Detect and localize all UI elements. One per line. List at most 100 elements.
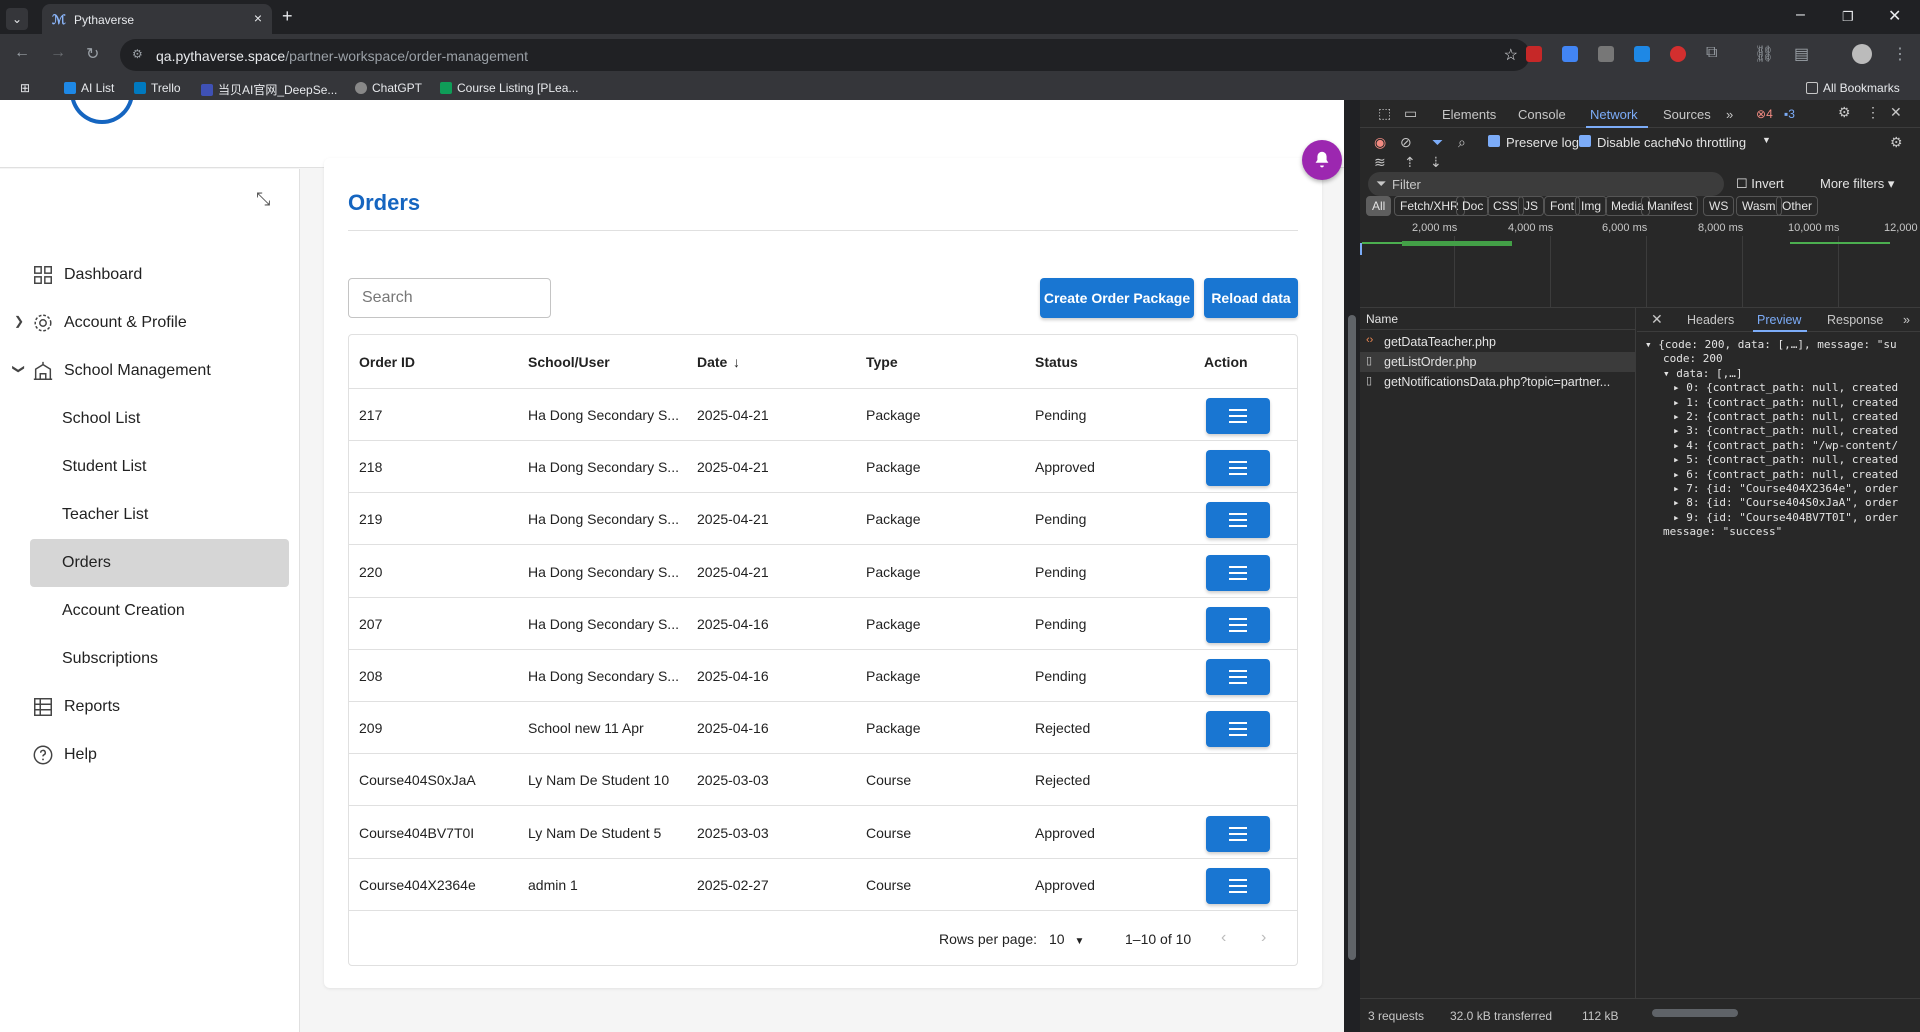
- sidebar-item-school-list[interactable]: School List: [30, 395, 289, 443]
- type-filter-manifest[interactable]: Manifest: [1641, 196, 1699, 216]
- close-detail-icon[interactable]: ✕: [1651, 311, 1663, 328]
- profile-avatar[interactable]: [1852, 44, 1872, 64]
- expand-arrow-icon[interactable]: ▸: [1673, 424, 1686, 437]
- ud-extension-icon[interactable]: [1670, 46, 1686, 62]
- bookmark-chatgpt[interactable]: ChatGPT: [355, 81, 422, 95]
- sidebar-item-school-management[interactable]: ❯ School Management: [12, 347, 289, 395]
- json-line[interactable]: ▸ 1: {contract_path: null, created: [1673, 396, 1898, 409]
- type-filter-img[interactable]: Img: [1575, 196, 1608, 216]
- sidebar-item-dashboard[interactable]: Dashboard: [30, 251, 289, 299]
- preserve-log-checkbox[interactable]: [1488, 135, 1500, 147]
- sort-arrow-down-icon[interactable]: ↓: [733, 354, 740, 370]
- new-tab-button[interactable]: +: [282, 6, 293, 27]
- column-header-order-id[interactable]: Order ID: [359, 354, 415, 370]
- type-filter-all[interactable]: All: [1366, 196, 1392, 216]
- bookmark-course-listing[interactable]: Course Listing [PLea...: [440, 81, 578, 95]
- row-action-button[interactable]: [1206, 606, 1270, 643]
- search-input[interactable]: [348, 278, 551, 318]
- tab-search-button[interactable]: ⌄: [6, 8, 28, 30]
- json-line[interactable]: ▾ data: [,…]: [1663, 367, 1742, 380]
- sidebar-item-teacher-list[interactable]: Teacher List: [30, 491, 289, 539]
- apps-icon[interactable]: ⊞: [20, 81, 30, 95]
- link-icon[interactable]: ⛓: [1754, 44, 1774, 64]
- json-line[interactable]: ▸ 9: {id: "Course404BV7T0I", order: [1673, 511, 1898, 524]
- row-action-button[interactable]: [1206, 554, 1270, 591]
- translate-extension-icon[interactable]: [1562, 46, 1578, 62]
- json-line[interactable]: ▸ 5: {contract_path: null, created: [1673, 453, 1898, 466]
- back-icon[interactable]: ←: [14, 44, 30, 62]
- error-count-badge[interactable]: ⊗4: [1756, 107, 1773, 121]
- tab-headers[interactable]: Headers: [1687, 313, 1734, 327]
- sidebar-item-student-list[interactable]: Student List: [30, 443, 289, 491]
- device-toolbar-icon[interactable]: ▭: [1404, 105, 1417, 122]
- search-icon[interactable]: ⌕: [1458, 134, 1466, 151]
- clear-icon[interactable]: ⊘: [1400, 134, 1412, 151]
- address-bar[interactable]: ⚙ qa.pythaverse.space/partner-workspace/…: [120, 39, 1530, 71]
- tab-console[interactable]: Console: [1518, 107, 1566, 122]
- row-action-button[interactable]: [1206, 502, 1270, 539]
- request-row[interactable]: ▯ getNotificationsData.php?topic=partner.…: [1360, 372, 1636, 392]
- close-tab-icon[interactable]: ×: [254, 10, 262, 26]
- all-bookmarks[interactable]: All Bookmarks: [1806, 81, 1900, 95]
- more-tabs-icon[interactable]: »: [1903, 313, 1910, 327]
- warning-count-badge[interactable]: ▪3: [1784, 107, 1795, 121]
- expand-arrow-icon[interactable]: ▸: [1673, 453, 1686, 466]
- restore-icon[interactable]: ❐: [1842, 9, 1854, 25]
- create-order-package-button[interactable]: Create Order Package: [1040, 278, 1194, 318]
- filter-input[interactable]: ⏷ Filter: [1368, 172, 1724, 196]
- expand-arrow-icon[interactable]: ▾: [1663, 367, 1676, 380]
- row-action-button[interactable]: [1206, 398, 1270, 434]
- reload-data-button[interactable]: Reload data: [1204, 278, 1298, 318]
- close-window-icon[interactable]: ✕: [1888, 6, 1901, 26]
- logo[interactable]: [70, 100, 134, 124]
- column-header-school-user[interactable]: School/User: [528, 354, 610, 370]
- dropdown-arrow-icon[interactable]: ▼: [1762, 135, 1771, 145]
- tab-elements[interactable]: Elements: [1442, 107, 1496, 122]
- horizontal-scrollbar[interactable]: [1652, 1009, 1738, 1017]
- rows-per-page-select[interactable]: 10 ▼: [1049, 931, 1084, 947]
- sidebar-item-reports[interactable]: Reports: [30, 683, 289, 731]
- tab-preview[interactable]: Preview: [1757, 313, 1801, 327]
- scrollbar-thumb[interactable]: [1348, 315, 1356, 960]
- more-tabs-icon[interactable]: »: [1726, 107, 1733, 122]
- row-action-button[interactable]: [1206, 815, 1270, 852]
- type-filter-ws[interactable]: WS: [1703, 196, 1735, 216]
- invert-checkbox[interactable]: ☐ Invert: [1736, 176, 1784, 192]
- network-conditions-icon[interactable]: ≋: [1374, 154, 1386, 171]
- extension-off-icon[interactable]: [1598, 46, 1614, 62]
- expand-arrow-icon[interactable]: ▾: [1645, 338, 1658, 351]
- type-filter-doc[interactable]: Doc: [1456, 196, 1490, 216]
- puzzle-icon[interactable]: ⧉: [1706, 44, 1717, 62]
- close-devtools-icon[interactable]: ✕: [1890, 104, 1902, 121]
- json-line[interactable]: ▸ 2: {contract_path: null, created: [1673, 410, 1898, 423]
- json-line[interactable]: ▸ 3: {contract_path: null, created: [1673, 424, 1898, 437]
- expand-arrow-icon[interactable]: ▸: [1673, 396, 1686, 409]
- bookmark-star-icon[interactable]: ☆: [1504, 45, 1518, 65]
- more-options-icon[interactable]: ⋮: [1866, 104, 1880, 121]
- network-timeline[interactable]: 2,000 ms 4,000 ms 6,000 ms 8,000 ms 10,0…: [1360, 218, 1920, 308]
- json-line[interactable]: ▸ 7: {id: "Course404X2364e", order: [1673, 482, 1898, 495]
- side-panel-icon[interactable]: ▤: [1794, 44, 1809, 64]
- network-settings-icon[interactable]: ⚙: [1890, 134, 1903, 151]
- collapse-sidebar-icon[interactable]: ⤡: [256, 189, 270, 210]
- menu-dots-icon[interactable]: ⋮: [1892, 44, 1908, 64]
- type-filter-js[interactable]: JS: [1518, 196, 1545, 216]
- sidebar-item-account-profile[interactable]: ❯ Account & Profile: [14, 299, 289, 347]
- browser-tab[interactable]: ℳ Pythaverse ×: [42, 4, 272, 34]
- bookmark-ai-list[interactable]: AI List: [64, 81, 114, 95]
- bookmark-deepseek[interactable]: 当贝AI官网_DeepSe...: [201, 81, 337, 98]
- json-line[interactable]: ▸ 4: {contract_path: "/wp-content/: [1673, 439, 1898, 452]
- request-row[interactable]: ‹› getDataTeacher.php: [1360, 332, 1636, 352]
- next-page-icon[interactable]: ›: [1261, 929, 1266, 947]
- json-line[interactable]: ▸ 8: {id: "Course404S0xJaA", order: [1673, 496, 1898, 509]
- import-har-icon[interactable]: ⇡: [1404, 154, 1416, 171]
- tab-response[interactable]: Response: [1827, 313, 1883, 327]
- column-header-status[interactable]: Status: [1035, 354, 1078, 370]
- tab-network[interactable]: Network: [1590, 107, 1638, 122]
- row-action-button[interactable]: [1206, 450, 1270, 487]
- site-info-icon[interactable]: ⚙: [132, 47, 143, 61]
- expand-arrow-icon[interactable]: ▸: [1673, 482, 1686, 495]
- sidebar-item-account-creation[interactable]: Account Creation: [30, 587, 289, 635]
- json-line[interactable]: ▸ 0: {contract_path: null, created: [1673, 381, 1898, 394]
- extension-icon[interactable]: [1526, 46, 1542, 62]
